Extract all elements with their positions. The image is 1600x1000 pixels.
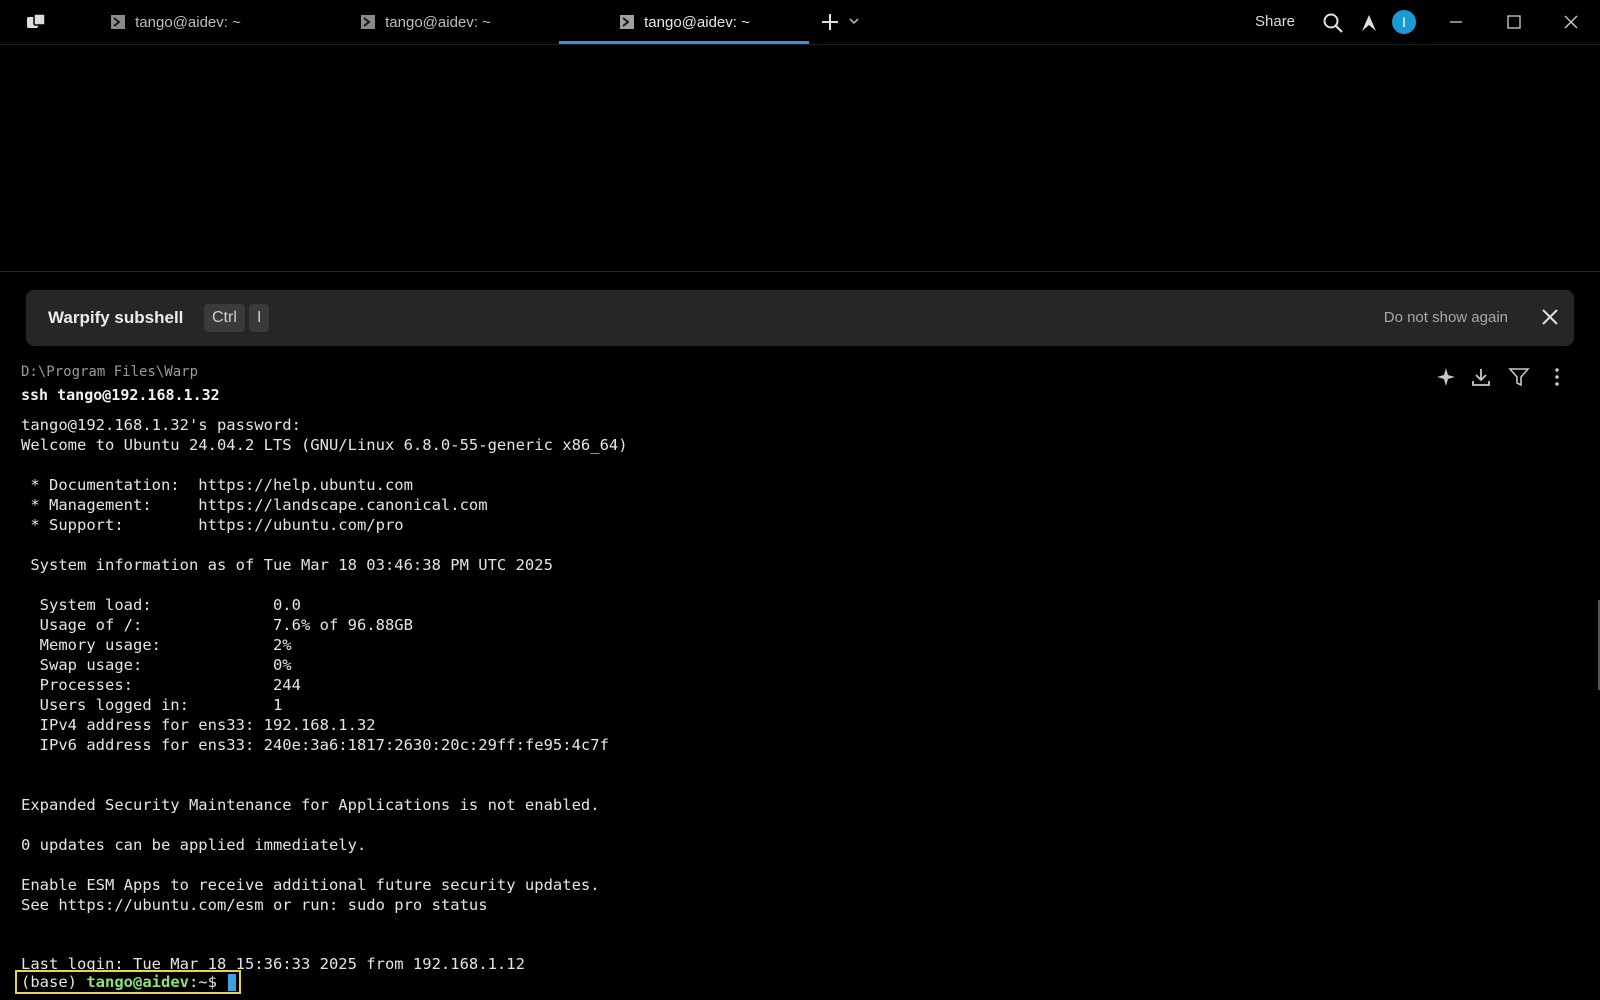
tab-2[interactable]: tango@aidev: ~ [300, 0, 550, 44]
close-icon[interactable] [1561, 12, 1581, 32]
tab-3-active[interactable]: tango@aidev: ~ [559, 0, 809, 44]
tab-1[interactable]: tango@aidev: ~ [50, 0, 300, 44]
chevron-down-icon[interactable] [848, 15, 860, 27]
close-icon[interactable] [1540, 307, 1560, 327]
filter-icon[interactable] [1508, 366, 1530, 388]
warp-logo-icon[interactable] [26, 13, 46, 31]
do-not-show-again-link[interactable]: Do not show again [1384, 309, 1508, 326]
terminal-icon [620, 15, 635, 29]
tab-label: tango@aidev: ~ [135, 13, 241, 31]
terminal-icon [361, 15, 376, 29]
shortcut-key-ctrl: Ctrl [204, 304, 245, 332]
prompt-user-host: tango@aidev [86, 973, 189, 991]
empty-pane-area [0, 45, 1600, 271]
terminal-icon [111, 15, 126, 29]
prompt-suffix: :~$ [188, 973, 217, 991]
plus-icon[interactable] [818, 10, 842, 34]
share-button[interactable]: Share [1255, 13, 1295, 30]
minimize-icon[interactable] [1446, 12, 1466, 32]
sparkle-icon[interactable] [1434, 366, 1456, 388]
pane-divider[interactable] [0, 271, 1600, 272]
tab-label: tango@aidev: ~ [644, 13, 750, 31]
block-output: tango@192.168.1.32's password: Welcome t… [21, 416, 628, 914]
kebab-menu-icon[interactable] [1546, 366, 1568, 388]
warpify-banner: Warpify subshell Ctrl I Do not show agai… [26, 290, 1574, 346]
command-prompt-input[interactable]: (base) tango@aidev:~$ [15, 970, 241, 994]
shortcut-key-i: I [249, 304, 270, 332]
maximize-icon[interactable] [1504, 12, 1524, 32]
text-cursor [228, 974, 237, 991]
block-command: ssh tango@192.168.1.32 [21, 386, 220, 404]
download-icon[interactable] [1470, 366, 1492, 388]
block-working-directory: D:\Program Files\Warp [21, 364, 199, 380]
prompt-env: (base) [21, 973, 87, 991]
tab-label: tango@aidev: ~ [385, 13, 491, 31]
title-bar: tango@aidev: ~ tango@aidev: ~ tango@aide… [0, 0, 1600, 45]
warp-ai-icon[interactable] [1358, 12, 1380, 34]
search-icon[interactable] [1322, 12, 1344, 34]
avatar[interactable]: I [1392, 10, 1416, 34]
banner-title: Warpify subshell [48, 308, 184, 327]
